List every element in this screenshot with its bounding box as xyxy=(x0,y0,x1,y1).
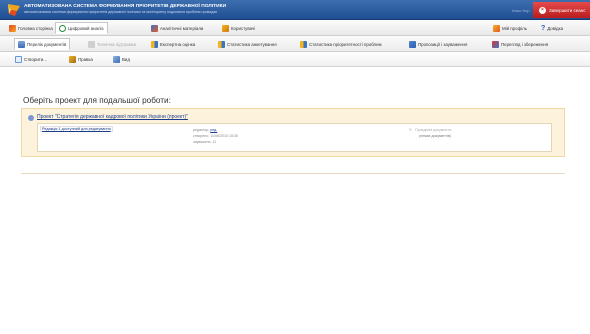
pin-icon xyxy=(9,24,16,32)
users-icon xyxy=(151,24,158,32)
page-title: Оберіть проект для подальшої роботи: xyxy=(23,96,171,105)
attachments-empty: (немає документів) xyxy=(419,134,451,138)
tab-label: Перегляд і збереження xyxy=(501,41,549,47)
tab-expert-review[interactable]: Експертна оцінка xyxy=(148,38,198,50)
project-details: Редакція 1 доступний для редагування ред… xyxy=(37,123,552,152)
document-icon xyxy=(18,40,25,48)
nav-item-label: Аналітичні матеріали xyxy=(160,25,204,31)
nav-item-home[interactable]: Головна сторінка xyxy=(6,22,56,34)
notes-value: 11 xyxy=(212,140,217,144)
tab-label: Технічна підтримка xyxy=(97,41,137,47)
nav-item-analytics[interactable]: Аналітичні матеріали xyxy=(148,22,206,34)
logout-button[interactable]: × Завершити сеанс xyxy=(533,2,590,18)
toolbar-label: Створити... xyxy=(24,56,47,62)
project-meta: редактор: ред. створено: 11/06/2010 15:3… xyxy=(193,127,238,145)
main-content: Оберіть проект для подальшої роботи: Про… xyxy=(0,68,590,334)
created-value: 11/06/2010 15:30 xyxy=(210,134,239,138)
tab-label: Перелік документів xyxy=(27,41,67,47)
tab-label: Статистика анкетування xyxy=(227,41,277,47)
nav-item-label: Довідка xyxy=(547,25,564,31)
tab-label: Статистика пріоритетності проблем xyxy=(309,41,382,47)
toolbar: Створити... Правка Вид xyxy=(0,52,590,67)
refresh-icon xyxy=(59,24,66,32)
nav-item-help[interactable]: ? Довідка xyxy=(538,22,566,34)
chart-icon xyxy=(300,40,307,48)
nav-item-digital[interactable]: Цифровий аналіз xyxy=(55,22,108,34)
new-icon xyxy=(15,55,22,63)
logo-icon xyxy=(8,4,20,16)
logout-icon: × xyxy=(539,6,546,14)
nav-item-label: Цифровий аналіз xyxy=(68,25,104,31)
app-header: АВТОМАТИЗОВАНА СИСТЕМА ФОРМУВАННЯ ПРІОРИ… xyxy=(0,0,590,20)
edit-button[interactable]: Правка xyxy=(66,53,96,65)
view-icon xyxy=(113,55,120,63)
editor-link[interactable]: ред. xyxy=(210,128,217,132)
view-button[interactable]: Вид xyxy=(110,53,133,65)
tab-priority-stats[interactable]: Статистика пріоритетності проблем xyxy=(297,38,385,50)
app-title: АВТОМАТИЗОВАНА СИСТЕМА ФОРМУВАННЯ ПРІОРИ… xyxy=(24,4,227,9)
tab-label: Пропозиції і зауваження xyxy=(418,41,468,47)
created-label: створено: xyxy=(193,134,210,138)
project-card: Проект "Стратегія державної кадрової пол… xyxy=(21,108,565,157)
profile-icon xyxy=(493,24,500,32)
create-button[interactable]: Створити... xyxy=(12,53,50,65)
attachments-label: Приєднані документи: xyxy=(415,128,452,132)
notes-row: зауважень: 11 xyxy=(193,139,238,145)
nav-item-label: Користувачі xyxy=(231,25,256,31)
chart-icon xyxy=(218,40,225,48)
nav-item-label: Головна сторінка xyxy=(18,25,53,31)
people-icon xyxy=(222,24,229,32)
project-icon xyxy=(28,115,34,121)
tab-label: Експертна оцінка xyxy=(160,41,196,47)
wrench-icon xyxy=(88,40,95,48)
attachments: ✎ Приєднані документи: (немає документів… xyxy=(409,127,452,139)
toolbar-label: Правка xyxy=(78,56,93,62)
toolbar-label: Вид xyxy=(122,56,130,62)
save-icon xyxy=(492,40,499,48)
user-name: Ілько Ігор xyxy=(512,8,530,13)
tab-survey-stats[interactable]: Статистика анкетування xyxy=(215,38,280,50)
sub-navigation: Перелік документів Технічна підтримка Ек… xyxy=(0,36,590,52)
paperclip-icon: ✎ xyxy=(409,128,413,132)
chart-icon xyxy=(151,40,158,48)
editor-label: редактор: xyxy=(193,128,210,132)
tab-document-list[interactable]: Перелік документів xyxy=(14,38,71,50)
tab-tech-support[interactable]: Технічна підтримка xyxy=(85,38,139,50)
edit-icon xyxy=(69,55,76,63)
main-navigation: Головна сторінка Цифровий аналіз Аналіти… xyxy=(0,20,590,36)
draft-link[interactable]: Редакція 1 доступний для редагування xyxy=(40,126,113,132)
nav-item-profile[interactable]: Мій профіль xyxy=(490,22,530,34)
nav-item-label: Мій профіль xyxy=(502,25,528,31)
project-link[interactable]: Проект "Стратегія державної кадрової пол… xyxy=(37,114,188,120)
nav-item-users[interactable]: Користувачі xyxy=(219,22,258,34)
help-icon: ? xyxy=(541,24,546,32)
divider xyxy=(21,173,565,174)
logout-label: Завершити сеанс xyxy=(549,7,586,13)
app-subtitle: автоматизована система формування пріори… xyxy=(24,10,218,14)
tab-proposals[interactable]: Пропозиції і зауваження xyxy=(406,38,470,50)
tab-review-save[interactable]: Перегляд і збереження xyxy=(489,38,551,50)
notes-label: зауважень: xyxy=(193,140,212,144)
message-icon xyxy=(409,40,416,48)
